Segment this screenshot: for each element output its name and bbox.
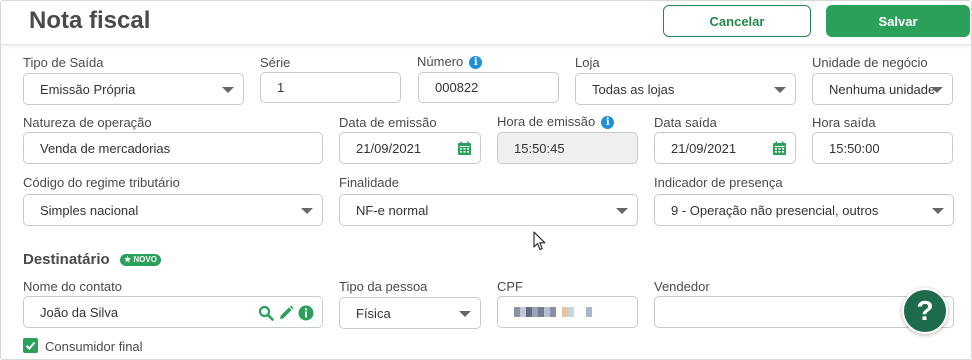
chevron-down-icon bbox=[932, 208, 944, 214]
serie-input[interactable]: 1 bbox=[260, 72, 401, 103]
consumidor-final-checkbox[interactable] bbox=[23, 338, 38, 353]
hora-emissao-value: 15:50:45 bbox=[514, 140, 565, 156]
nota-fiscal-window: Nota fiscal Cancelar Salvar Tipo de Saíd… bbox=[0, 0, 972, 360]
unidade-label: Unidade de negócio bbox=[812, 55, 928, 70]
info-icon[interactable] bbox=[298, 305, 314, 321]
destinatario-heading: Destinatário bbox=[23, 251, 110, 268]
serie-label: Série bbox=[260, 55, 291, 70]
save-button[interactable]: Salvar bbox=[826, 5, 970, 37]
hora-saida-value: 15:50:00 bbox=[829, 140, 880, 156]
tipo-pessoa-value: Física bbox=[356, 305, 391, 321]
presenca-label: Indicador de presença bbox=[654, 175, 783, 190]
page-header: Nota fiscal Cancelar Salvar bbox=[1, 1, 971, 45]
mouse-cursor-icon bbox=[533, 231, 546, 251]
finalidade-select[interactable]: NF-e normal bbox=[339, 194, 638, 226]
hora-saida-input[interactable]: 15:50:00 bbox=[812, 132, 953, 164]
cpf-redacted-value bbox=[514, 307, 592, 317]
tipo-saida-select[interactable]: Emissão Própria bbox=[23, 73, 244, 105]
search-icon[interactable] bbox=[258, 305, 274, 321]
pencil-icon[interactable] bbox=[278, 305, 294, 321]
new-badge: ★ NOVO bbox=[120, 254, 161, 266]
data-saida-value: 21/09/2021 bbox=[671, 140, 737, 156]
contato-label: Nome do contato bbox=[23, 279, 123, 294]
natureza-label: Natureza de operação bbox=[23, 115, 152, 130]
numero-input[interactable]: 000822 bbox=[418, 72, 559, 103]
calendar-icon[interactable] bbox=[457, 141, 472, 156]
data-saida-label: Data saída bbox=[654, 115, 717, 130]
tipo-pessoa-select[interactable]: Física bbox=[339, 297, 481, 329]
tipo-saida-value: Emissão Própria bbox=[40, 81, 136, 97]
chevron-down-icon bbox=[616, 208, 628, 214]
data-emissao-input[interactable]: 21/09/2021 bbox=[339, 132, 481, 164]
contato-actions bbox=[258, 305, 314, 321]
hora-emissao-input: 15:50:45 bbox=[497, 132, 638, 164]
contato-value: João da Silva bbox=[40, 304, 119, 320]
numero-label: Número i bbox=[417, 54, 483, 69]
cancel-button[interactable]: Cancelar bbox=[663, 5, 811, 37]
numero-label-text: Número bbox=[417, 54, 464, 69]
regime-select[interactable]: Simples nacional bbox=[23, 194, 323, 226]
unidade-select[interactable]: Nenhuma unidade bbox=[812, 73, 953, 105]
data-saida-input[interactable]: 21/09/2021 bbox=[654, 132, 796, 164]
info-icon[interactable]: i bbox=[469, 56, 483, 69]
consumidor-final-label: Consumidor final bbox=[45, 339, 143, 354]
serie-value: 1 bbox=[277, 80, 285, 95]
tipo-pessoa-label: Tipo da pessoa bbox=[339, 279, 428, 294]
unidade-value: Nenhuma unidade bbox=[829, 81, 936, 97]
hora-emissao-label-text: Hora de emissão bbox=[497, 114, 596, 129]
finalidade-label: Finalidade bbox=[339, 175, 399, 190]
tipo-saida-label: Tipo de Saída bbox=[23, 55, 104, 70]
loja-value: Todas as lojas bbox=[592, 81, 675, 97]
loja-select[interactable]: Todas as lojas bbox=[575, 73, 796, 105]
chevron-down-icon bbox=[459, 311, 471, 317]
chevron-down-icon bbox=[774, 87, 786, 93]
hora-emissao-label: Hora de emissão i bbox=[497, 114, 615, 129]
natureza-value: Venda de mercadorias bbox=[40, 140, 171, 156]
presenca-value: 9 - Operação não presencial, outros bbox=[671, 202, 879, 218]
natureza-input[interactable]: Venda de mercadorias bbox=[23, 132, 323, 164]
numero-value: 000822 bbox=[435, 80, 479, 95]
cpf-label: CPF bbox=[497, 279, 523, 294]
info-icon[interactable]: i bbox=[601, 116, 615, 129]
presenca-select[interactable]: 9 - Operação não presencial, outros bbox=[654, 194, 954, 226]
chevron-down-icon bbox=[222, 87, 234, 93]
data-emissao-value: 21/09/2021 bbox=[356, 140, 422, 156]
finalidade-value: NF-e normal bbox=[356, 202, 429, 218]
hora-saida-label: Hora saída bbox=[812, 115, 876, 130]
chevron-down-icon bbox=[301, 208, 313, 214]
contato-input[interactable]: João da Silva bbox=[23, 296, 323, 328]
check-icon bbox=[25, 341, 36, 350]
cpf-input[interactable] bbox=[497, 296, 638, 328]
calendar-icon[interactable] bbox=[772, 141, 787, 156]
regime-label: Código do regime tributário bbox=[23, 175, 180, 190]
chevron-down-icon bbox=[931, 87, 943, 93]
help-button[interactable]: ? bbox=[902, 288, 948, 334]
page-title: Nota fiscal bbox=[29, 7, 151, 34]
regime-value: Simples nacional bbox=[40, 202, 139, 218]
loja-label: Loja bbox=[575, 55, 600, 70]
data-emissao-label: Data de emissão bbox=[339, 115, 437, 130]
vendedor-label: Vendedor bbox=[654, 279, 710, 294]
